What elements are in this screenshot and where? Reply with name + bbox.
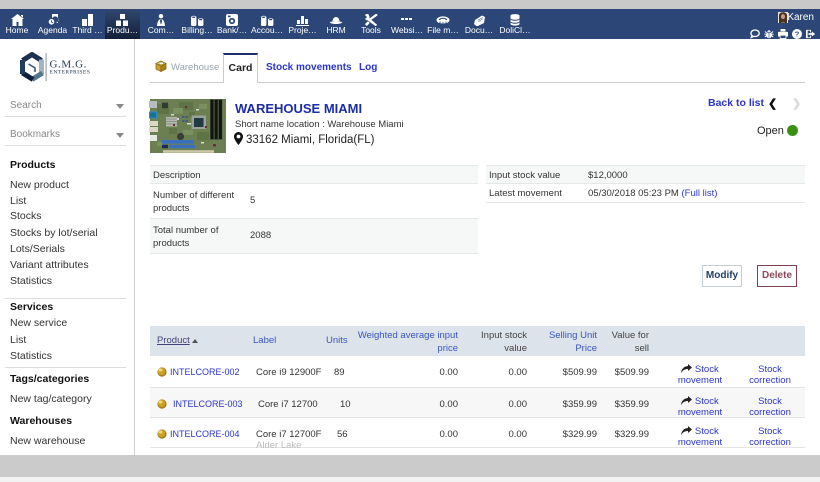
svg-text:ENTERPRISES: ENTERPRISES	[50, 69, 91, 75]
svg-text:?: ?	[795, 30, 800, 39]
